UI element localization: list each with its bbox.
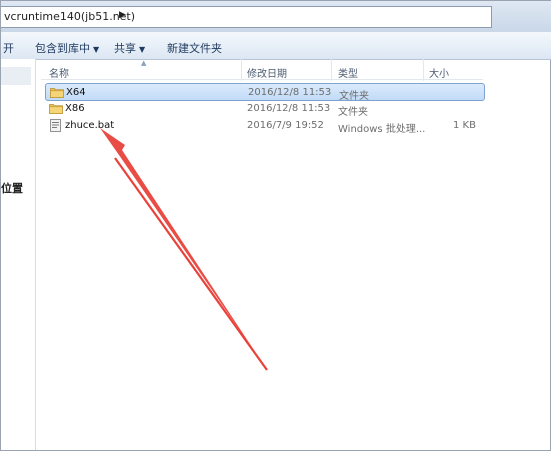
annotation-arrow <box>100 128 268 371</box>
explorer-window: vcruntime140(jb51.net) ▶ 开 包含到库中 ▼ 共享 ▼ 新建… <box>0 0 551 451</box>
